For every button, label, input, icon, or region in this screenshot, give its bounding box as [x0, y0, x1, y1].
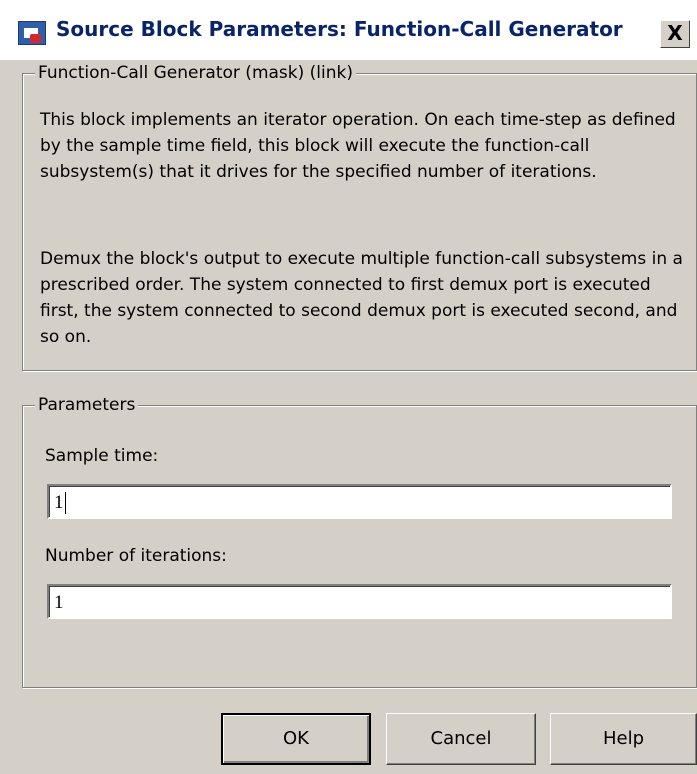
sample-time-input[interactable]: 1	[47, 484, 672, 519]
description-group: Function-Call Generator (mask) (link) Th…	[22, 62, 697, 371]
cancel-button[interactable]: Cancel	[386, 713, 536, 765]
description-legend: Function-Call Generator (mask) (link)	[35, 62, 356, 84]
parameters-group: Parameters Sample time: 1 Number of iter…	[22, 394, 697, 688]
sample-time-label: Sample time:	[45, 446, 159, 466]
title-bar[interactable]: Source Block Parameters: Function-Call G…	[0, 0, 697, 60]
ok-button[interactable]: OK	[221, 713, 371, 765]
parameters-legend: Parameters	[35, 394, 139, 416]
app-icon-dot	[30, 34, 41, 43]
window-title: Source Block Parameters: Function-Call G…	[56, 17, 623, 41]
dialog-window: Source Block Parameters: Function-Call G…	[0, 0, 697, 774]
text-caret	[64, 492, 66, 514]
iterations-input[interactable]: 1	[47, 584, 672, 619]
close-button[interactable]: X	[660, 20, 690, 48]
description-paragraph-1: This block implements an iterator operat…	[40, 110, 676, 182]
simulink-app-icon	[18, 21, 46, 45]
iterations-value: 1	[54, 592, 64, 613]
description-paragraph-2: Demux the block's output to execute mult…	[40, 249, 683, 347]
iterations-label: Number of iterations:	[45, 546, 227, 566]
sample-time-value: 1	[54, 492, 64, 513]
help-button[interactable]: Help	[550, 713, 697, 765]
